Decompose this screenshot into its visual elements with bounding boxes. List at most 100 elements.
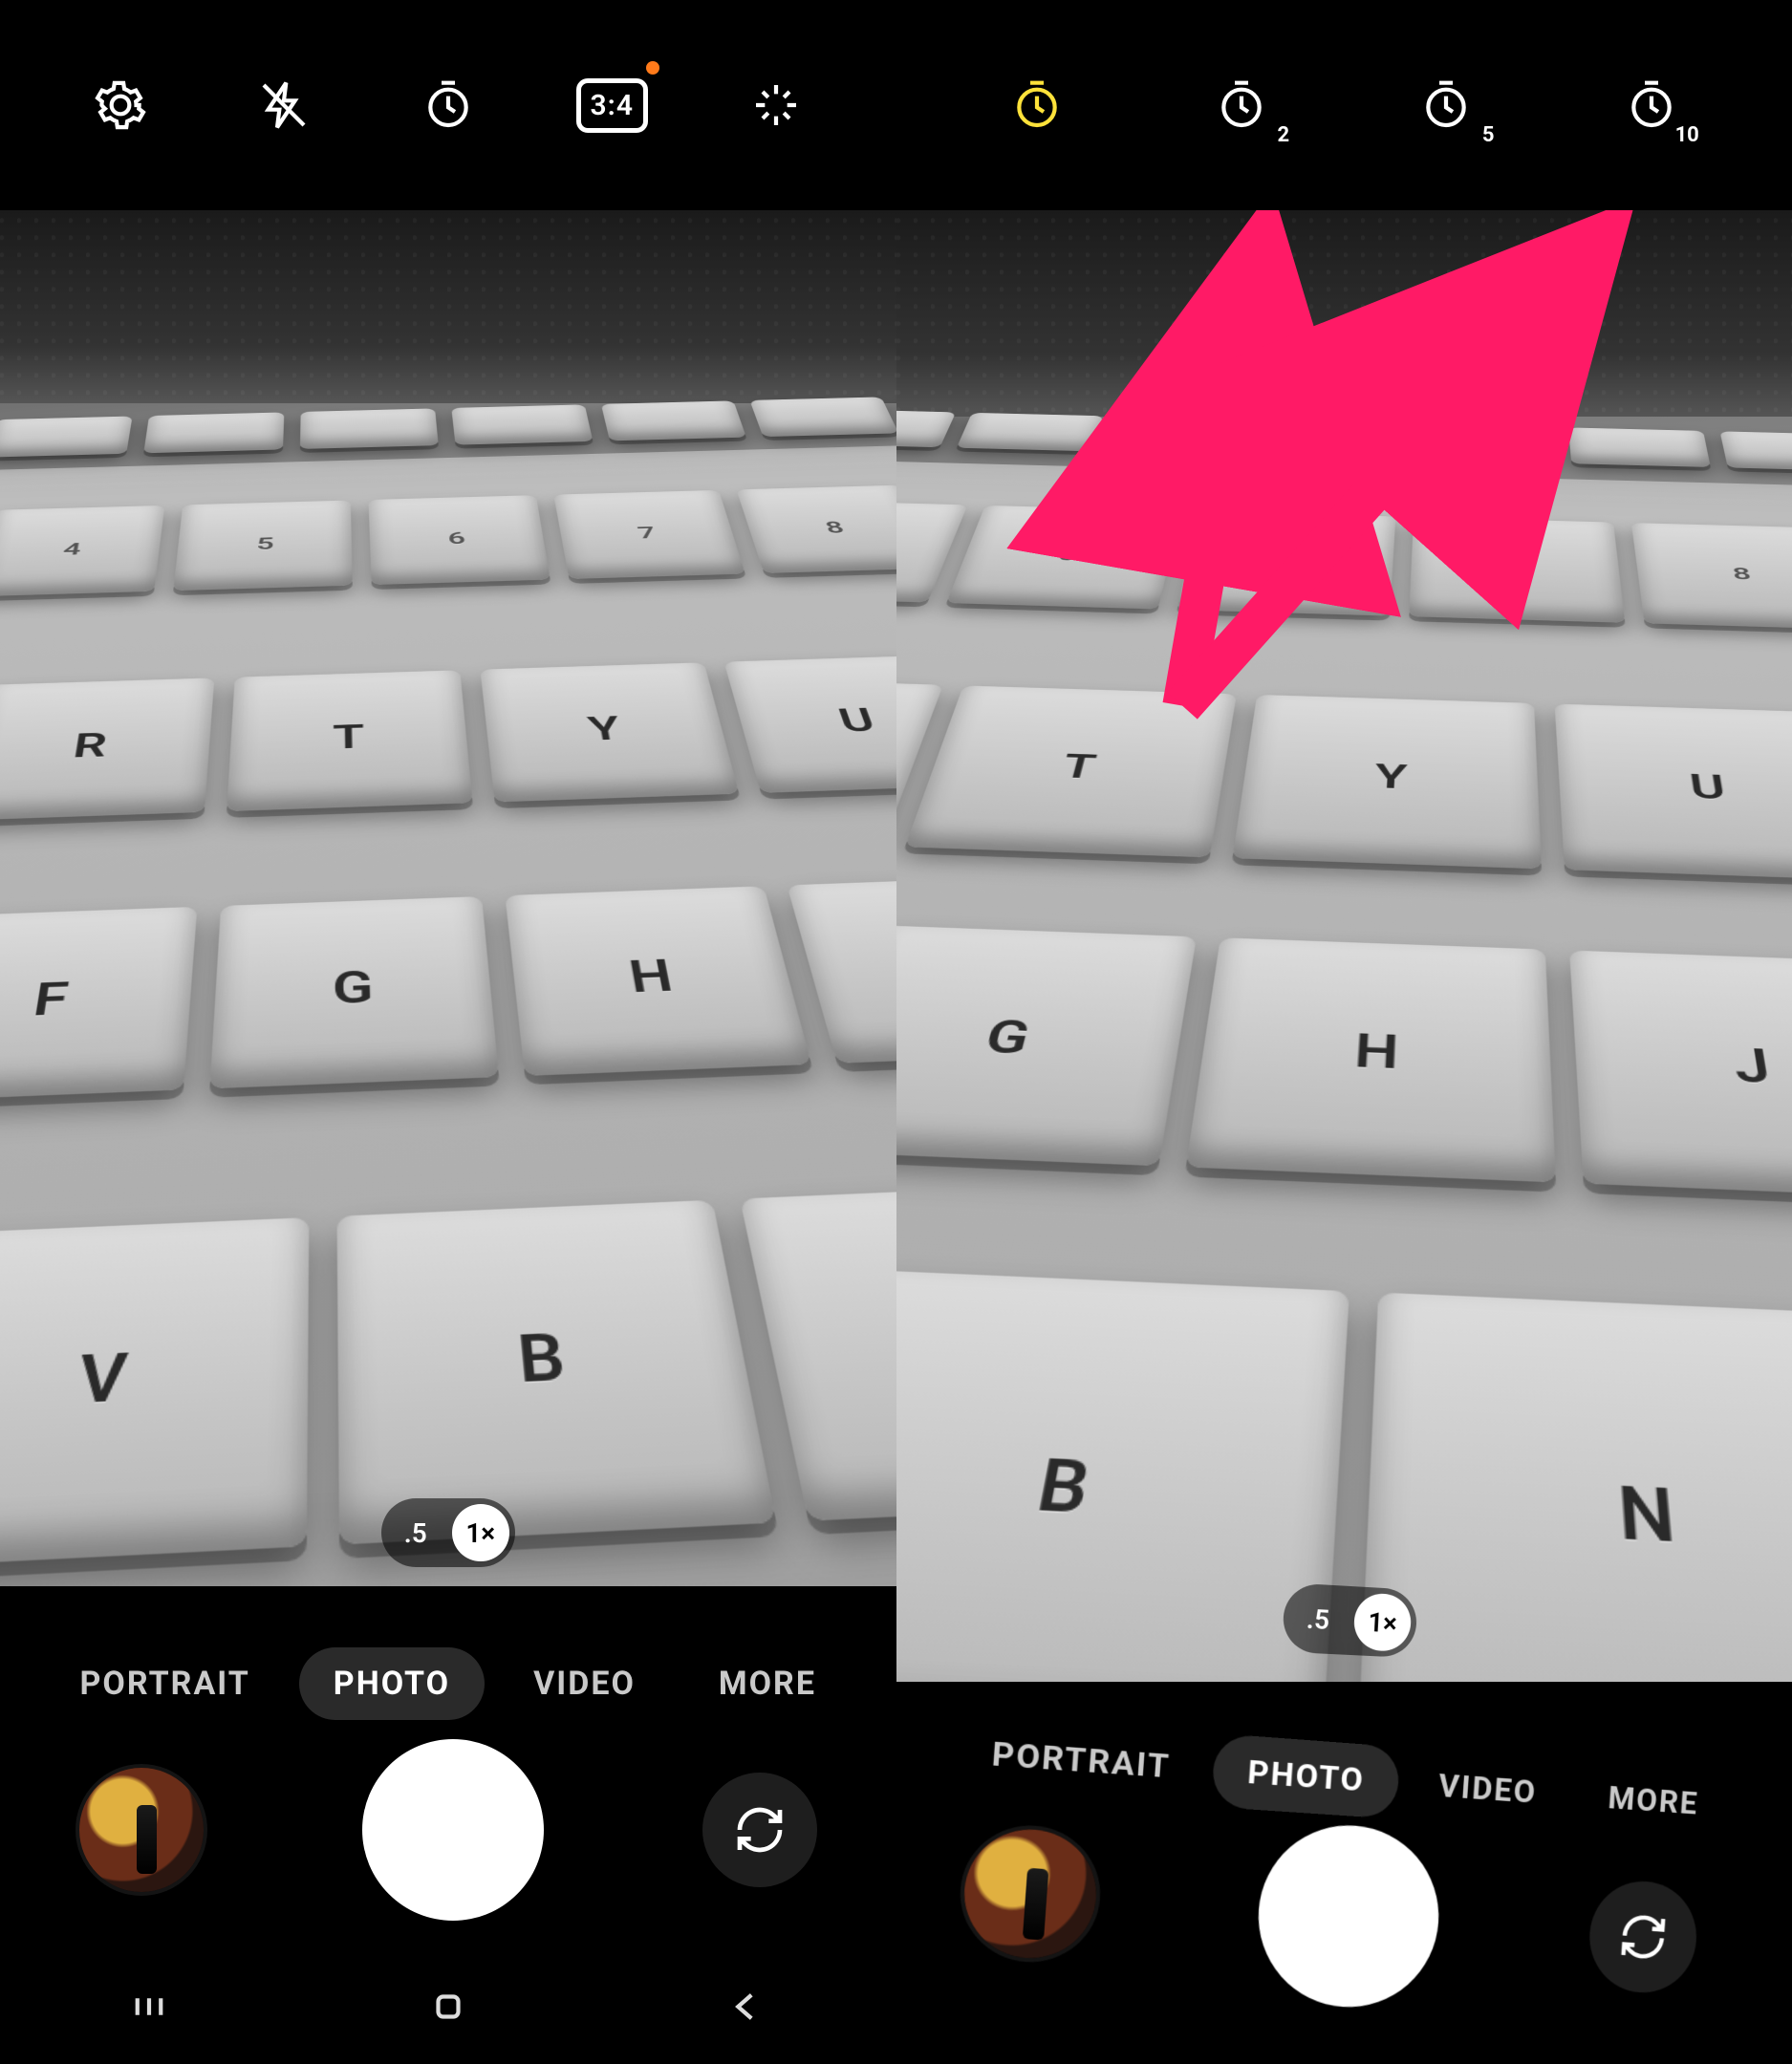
home-icon — [428, 1987, 468, 2027]
nav-back[interactable] — [713, 1983, 780, 2031]
timer-button[interactable] — [410, 67, 486, 143]
keyboard-key: T — [226, 670, 472, 810]
keyboard-key: T — [904, 685, 1237, 857]
switch-camera-button[interactable] — [702, 1773, 817, 1887]
top-toolbar: 3:4 — [0, 0, 896, 210]
camera-screen-main: 3:4 345678ERTYUIDFGHJKCVBNM .5 1× PORTRA… — [0, 0, 896, 2064]
keyboard-key: 7 — [1409, 517, 1625, 623]
zoom-selector[interactable]: .5 1× — [381, 1498, 515, 1567]
keyboard-key — [601, 401, 746, 441]
gallery-thumbnail[interactable] — [960, 1825, 1100, 1963]
motion-photo-indicator — [646, 61, 659, 75]
timer-icon — [421, 78, 475, 132]
switch-camera-icon — [733, 1803, 787, 1857]
keyboard-key: 4 — [0, 505, 164, 596]
keyboard-key — [1262, 420, 1401, 460]
keyboard-key — [451, 405, 593, 445]
keyboard-key: H — [1185, 938, 1556, 1183]
zoom-option-1x[interactable]: 1× — [1353, 1592, 1413, 1652]
timer-icon — [1010, 78, 1064, 132]
keyboard-key — [957, 413, 1104, 452]
timer-icon — [1419, 78, 1473, 132]
keyboard-key: 5 — [946, 505, 1180, 609]
keyboard-key: R — [0, 678, 213, 821]
mode-more[interactable]: MORE — [684, 1647, 851, 1720]
keyboard-key: Y — [480, 662, 738, 802]
keyboard-key: N — [1357, 1293, 1792, 1682]
keyboard-key: G — [208, 897, 499, 1089]
zoom-option-1x[interactable]: 1× — [452, 1504, 509, 1561]
nav-recents[interactable] — [116, 1983, 183, 2031]
viewfinder[interactable]: 345678ERTYUIDFGHJKCVBNM .5 1× — [0, 210, 896, 1586]
viewfinder[interactable]: 45678RTYUIFGHJKVBNM .5 1× — [896, 210, 1792, 1682]
keyboard-key: 5 — [173, 501, 353, 591]
keyboard-key — [1568, 427, 1711, 467]
keyboard-key — [0, 417, 132, 458]
gear-icon — [94, 78, 147, 132]
timer-icon — [1215, 78, 1268, 132]
mode-more[interactable]: MORE — [1573, 1760, 1732, 1841]
zoom-option-0_5x[interactable]: .5 — [1288, 1588, 1349, 1648]
viewfinder-image: 345678ERTYUIDFGHJKCVBNM — [0, 210, 896, 1586]
timer-options-bar: 2 5 10 — [896, 0, 1792, 210]
magic-wand-icon — [749, 78, 803, 132]
keyboard-key: U — [723, 656, 896, 793]
timer-option-off[interactable] — [999, 67, 1075, 143]
keyboard-key: 8 — [736, 485, 896, 573]
timer-option-sub: 10 — [1675, 123, 1699, 147]
mode-portrait[interactable]: PORTRAIT — [952, 1714, 1208, 1806]
keyboard-key — [1109, 417, 1252, 456]
mode-photo[interactable]: PHOTO — [299, 1647, 485, 1720]
switch-camera-button[interactable] — [1586, 1878, 1699, 1996]
keyboard-key: 6 — [1177, 511, 1395, 615]
viewfinder-image: 45678RTYUIFGHJKVBNM — [896, 210, 1792, 1682]
mode-video[interactable]: VIDEO — [499, 1647, 670, 1720]
keyboard-key: G — [896, 926, 1197, 1167]
keyboard-key: 7 — [553, 490, 745, 579]
timer-option-5[interactable]: 5 — [1408, 67, 1484, 143]
aspect-ratio-button[interactable]: 3:4 — [573, 67, 650, 143]
zoom-option-0_5x[interactable]: .5 — [387, 1504, 444, 1561]
keyboard-key: B — [336, 1200, 776, 1545]
mode-video[interactable]: VIDEO — [1402, 1748, 1571, 1831]
shutter-button[interactable] — [362, 1739, 544, 1921]
switch-camera-icon — [1616, 1909, 1670, 1965]
keyboard-key — [749, 398, 896, 438]
flash-button[interactable] — [246, 67, 322, 143]
keyboard-key: H — [505, 887, 810, 1076]
keyboard-key: F — [0, 908, 196, 1103]
nav-home[interactable] — [415, 1983, 482, 2031]
aspect-ratio-label: 3:4 — [576, 78, 648, 133]
keyboard-key — [896, 409, 957, 447]
timer-option-sub: 5 — [1482, 123, 1495, 147]
mode-selector[interactable]: PORTRAIT PHOTO VIDEO MORE — [0, 1647, 896, 1720]
flash-off-icon — [257, 78, 311, 132]
keyboard-key: 6 — [369, 496, 551, 586]
effects-button[interactable] — [738, 67, 814, 143]
keyboard-key: J — [1569, 951, 1792, 1200]
keyboard-key: U — [1555, 704, 1792, 881]
keyboard-key — [1719, 431, 1792, 471]
keyboard-key: V — [0, 1217, 309, 1569]
mode-photo[interactable]: PHOTO — [1210, 1733, 1400, 1819]
timer-option-sub: 2 — [1277, 123, 1289, 147]
timer-option-2[interactable]: 2 — [1203, 67, 1280, 143]
back-icon — [726, 1987, 766, 2027]
recents-icon — [129, 1987, 169, 2027]
shutter-button[interactable] — [1252, 1818, 1444, 2012]
keyboard-key — [300, 409, 439, 450]
keyboard-key: 8 — [1630, 523, 1792, 630]
zoom-selector[interactable]: .5 1× — [1282, 1582, 1418, 1658]
keyboard-key: B — [896, 1270, 1349, 1682]
keyboard-key — [1416, 424, 1555, 463]
mode-portrait[interactable]: PORTRAIT — [45, 1647, 284, 1720]
system-nav-bar — [0, 1949, 896, 2064]
camera-screen-timer-expanded: 2 5 10 45678RTYUIFGHJKVBNM .5 1× — [896, 0, 1792, 2064]
settings-button[interactable] — [82, 67, 159, 143]
keyboard-key: Y — [1232, 695, 1542, 869]
timer-icon — [1625, 78, 1678, 132]
timer-option-10[interactable]: 10 — [1613, 67, 1690, 143]
gallery-thumbnail[interactable] — [79, 1768, 204, 1892]
capture-controls — [0, 1739, 896, 1921]
keyboard-key — [143, 413, 284, 454]
